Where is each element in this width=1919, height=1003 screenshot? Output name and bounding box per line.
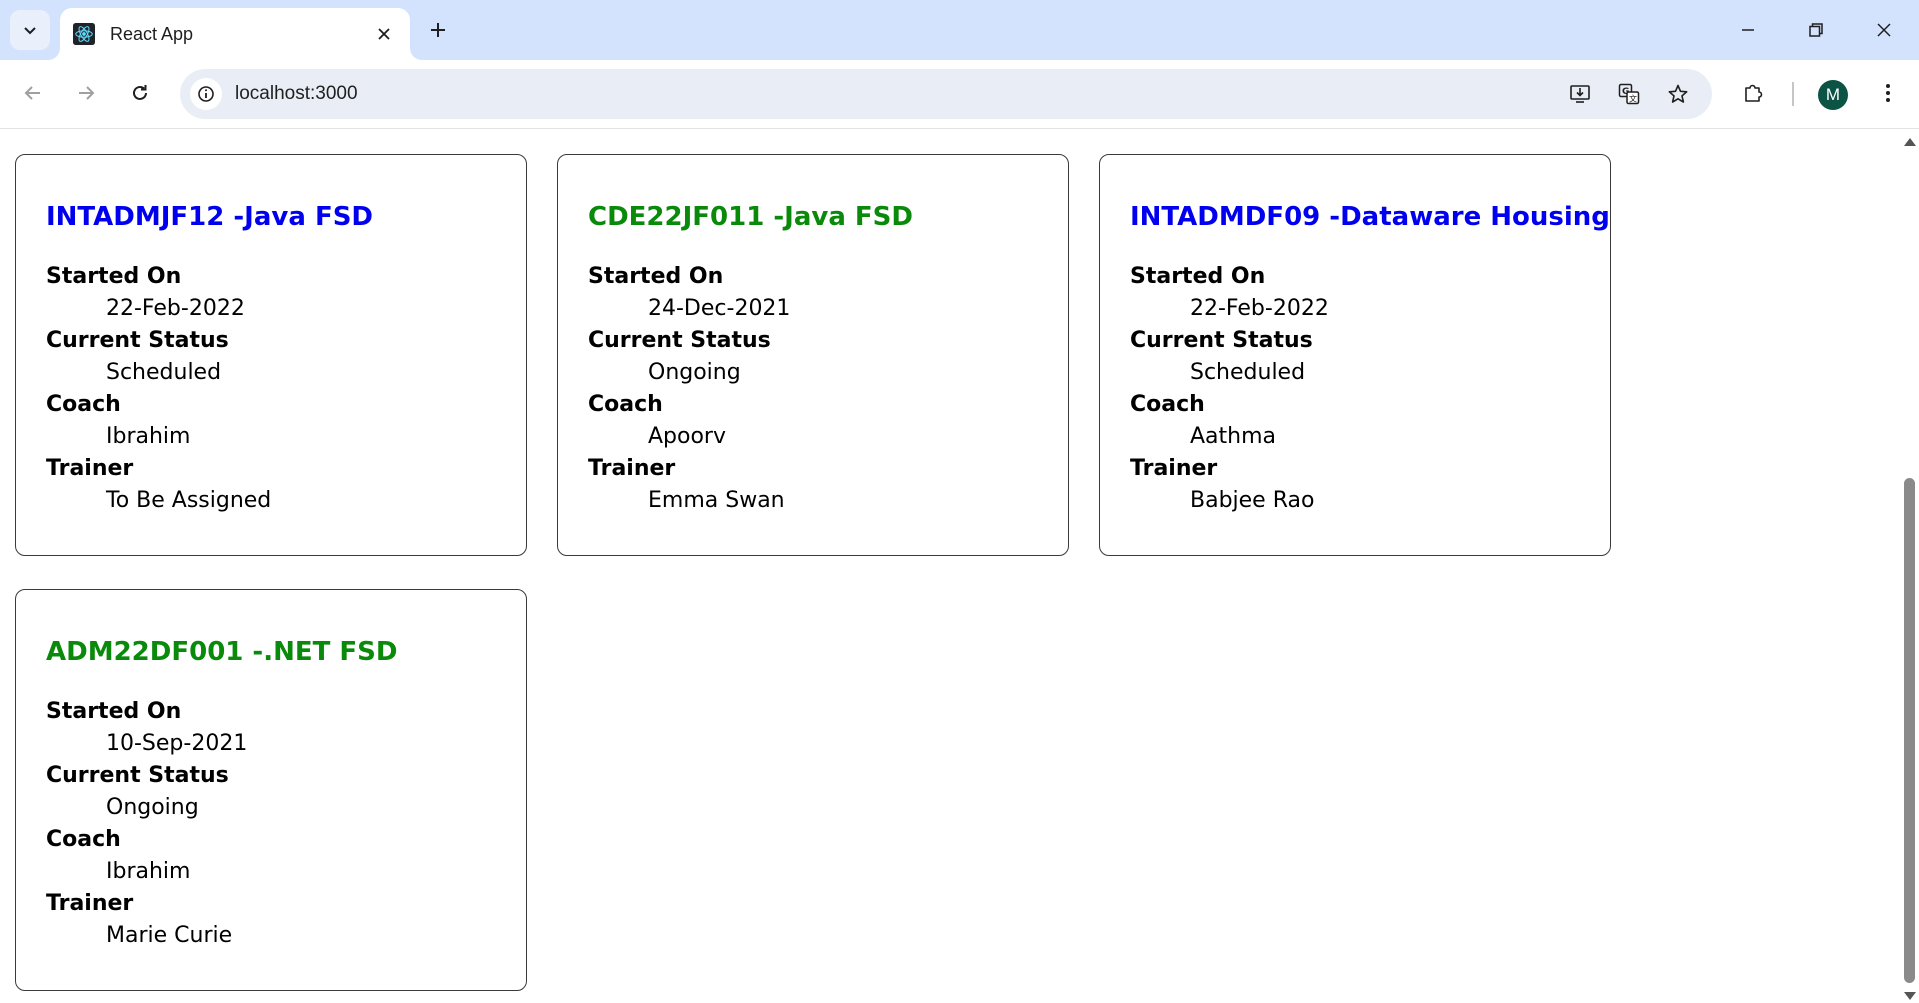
- current-status-label: Current Status: [46, 763, 229, 788]
- translate-button[interactable]: G文: [1613, 78, 1645, 110]
- extensions-button[interactable]: [1733, 73, 1773, 113]
- cohort-details: Started On 24-Dec-2021 Current Status On…: [588, 261, 1038, 517]
- started-on-label: Started On: [1130, 264, 1266, 289]
- trainer-label: Trainer: [46, 456, 134, 481]
- svg-text:文: 文: [1629, 94, 1637, 104]
- new-tab-button[interactable]: [418, 10, 458, 50]
- cohort-title: INTADMDF09 -Dataware Housing: [1130, 202, 1610, 232]
- restore-icon: [1809, 23, 1823, 37]
- scrollbar-thumb[interactable]: [1904, 478, 1915, 983]
- started-on-value: 10-Sep-2021: [106, 731, 248, 756]
- cohort-title: ADM22DF001 -.NET FSD: [46, 637, 398, 667]
- scroll-down-arrow-icon[interactable]: [1904, 992, 1916, 1000]
- chevron-down-icon: [24, 27, 36, 35]
- coach-label: Coach: [588, 392, 663, 417]
- react-atom-icon: [72, 22, 96, 46]
- current-status-label: Current Status: [46, 328, 229, 353]
- browser-tabstrip: React App: [0, 0, 1919, 60]
- started-on-label: Started On: [46, 699, 182, 724]
- site-info-button[interactable]: [190, 78, 222, 110]
- info-icon: [198, 86, 214, 102]
- current-status-value: Scheduled: [106, 360, 222, 385]
- tab-title: React App: [110, 23, 194, 44]
- coach-label: Coach: [46, 392, 121, 417]
- current-status-value: Scheduled: [1190, 360, 1306, 385]
- vertical-scrollbar[interactable]: [1900, 130, 1919, 1003]
- page-viewport: INTADMJF12 -Java FSD Started On 22-Feb-2…: [0, 130, 1900, 1003]
- trainer-value: Emma Swan: [648, 488, 785, 513]
- cohort-card: ADM22DF001 -.NET FSD Started On 10-Sep-2…: [15, 589, 527, 991]
- puzzle-icon: [1745, 84, 1763, 102]
- coach-value: Aathma: [1190, 424, 1277, 449]
- current-status-value: Ongoing: [648, 360, 741, 385]
- star-icon: [1668, 84, 1688, 103]
- current-status-value: Ongoing: [106, 795, 199, 820]
- browser-menu-button[interactable]: [1868, 73, 1908, 113]
- coach-value: Ibrahim: [106, 424, 191, 449]
- bookmark-button[interactable]: [1662, 78, 1694, 110]
- coach-value: Ibrahim: [106, 859, 191, 884]
- restore-button[interactable]: [1782, 0, 1850, 60]
- translate-icon: G文: [1618, 83, 1640, 105]
- cohort-card: CDE22JF011 -Java FSD Started On 24-Dec-2…: [557, 154, 1069, 556]
- cohort-card: INTADMDF09 -Dataware Housing Started On …: [1099, 154, 1611, 556]
- arrow-right-icon: [79, 86, 95, 100]
- address-bar[interactable]: localhost:3000 G文: [180, 69, 1712, 119]
- close-tab-icon[interactable]: [372, 22, 396, 46]
- started-on-label: Started On: [46, 264, 182, 289]
- current-status-label: Current Status: [588, 328, 771, 353]
- cohort-details: Started On 22-Feb-2022 Current Status Sc…: [46, 261, 496, 517]
- browser-toolbar: localhost:3000 G文: [0, 60, 1919, 129]
- install-icon: [1570, 85, 1590, 103]
- close-icon: [1877, 23, 1891, 37]
- close-window-button[interactable]: [1850, 0, 1918, 60]
- toolbar-separator: [1792, 82, 1794, 106]
- url-text[interactable]: localhost:3000: [235, 83, 358, 105]
- reload-icon: [133, 85, 147, 100]
- cohort-card: INTADMJF12 -Java FSD Started On 22-Feb-2…: [15, 154, 527, 556]
- tab-search-button[interactable]: [10, 10, 50, 50]
- profile-avatar[interactable]: M: [1818, 80, 1848, 110]
- coach-label: Coach: [46, 827, 121, 852]
- forward-button[interactable]: [66, 73, 106, 113]
- started-on-value: 24-Dec-2021: [648, 296, 791, 321]
- cohort-details: Started On 22-Feb-2022 Current Status Sc…: [1130, 261, 1580, 517]
- arrow-left-icon: [24, 86, 40, 100]
- trainer-label: Trainer: [1130, 456, 1218, 481]
- trainer-label: Trainer: [588, 456, 676, 481]
- started-on-value: 22-Feb-2022: [106, 296, 245, 321]
- minimize-icon: [1742, 29, 1754, 31]
- trainer-label: Trainer: [46, 891, 134, 916]
- browser-tab-active[interactable]: React App: [60, 8, 410, 60]
- trainer-value: To Be Assigned: [106, 488, 272, 513]
- started-on-label: Started On: [588, 264, 724, 289]
- scroll-up-arrow-icon[interactable]: [1904, 138, 1916, 146]
- trainer-value: Babjee Rao: [1190, 488, 1315, 513]
- reload-button[interactable]: [120, 73, 160, 113]
- trainer-value: Marie Curie: [106, 923, 233, 948]
- cohort-title: CDE22JF011 -Java FSD: [588, 202, 913, 232]
- current-status-label: Current Status: [1130, 328, 1313, 353]
- minimize-button[interactable]: [1714, 0, 1782, 60]
- coach-label: Coach: [1130, 392, 1205, 417]
- kebab-menu-icon: [1886, 84, 1890, 102]
- cohort-details: Started On 10-Sep-2021 Current Status On…: [46, 696, 496, 952]
- cohort-title: INTADMJF12 -Java FSD: [46, 202, 374, 232]
- started-on-value: 22-Feb-2022: [1190, 296, 1329, 321]
- install-app-button[interactable]: [1564, 78, 1596, 110]
- plus-icon: [431, 23, 445, 37]
- coach-value: Apoorv: [648, 424, 726, 449]
- back-button[interactable]: [13, 73, 53, 113]
